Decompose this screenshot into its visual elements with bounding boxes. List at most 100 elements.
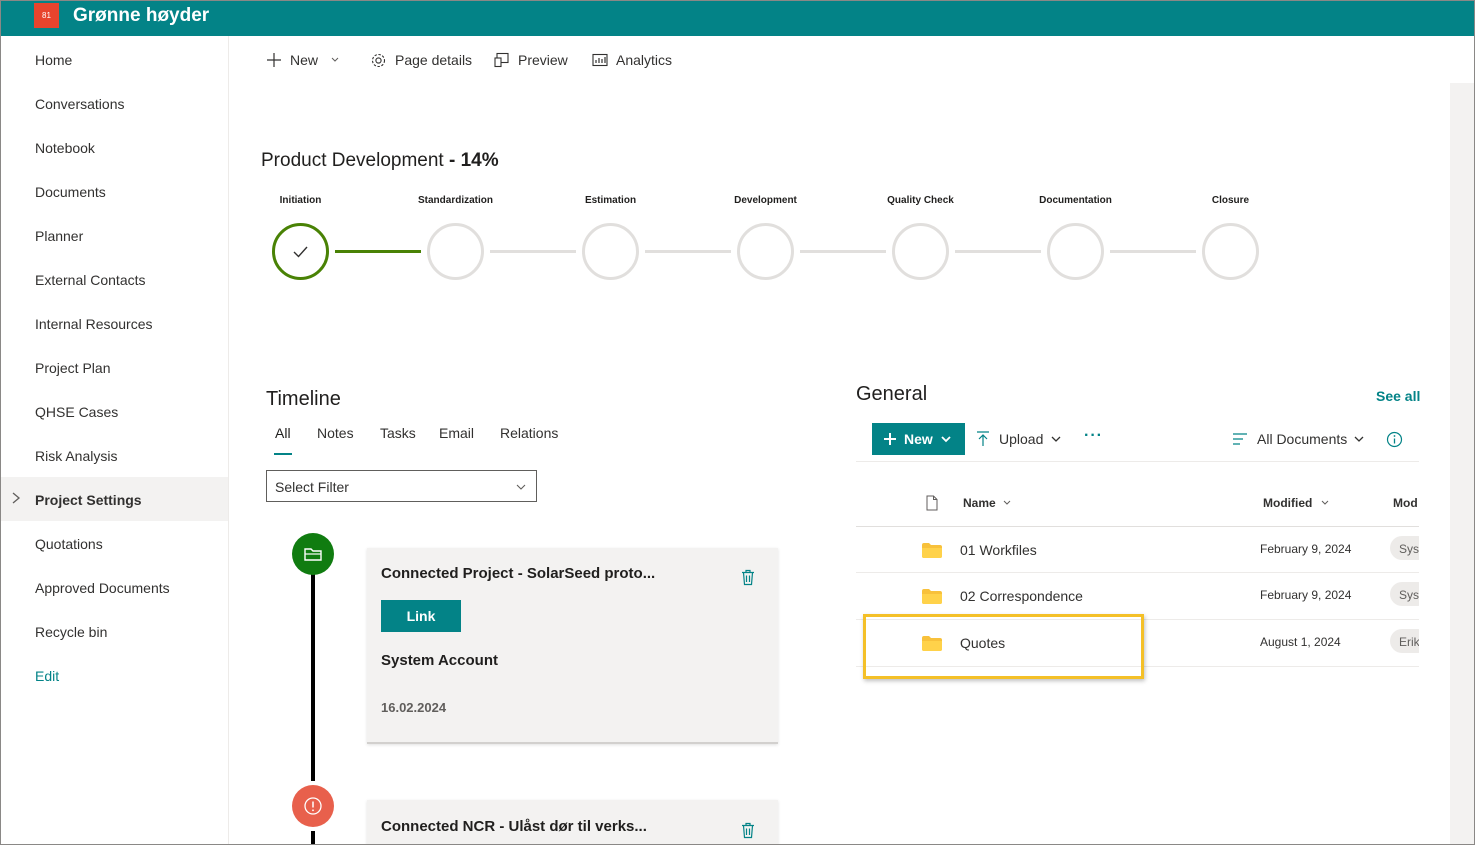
trash-icon[interactable] — [740, 822, 756, 839]
preview-label: Preview — [518, 52, 568, 68]
nav-item-label: Home — [35, 52, 73, 68]
nav-item-home[interactable]: Home — [1, 37, 228, 81]
tab-relations[interactable]: Relations — [500, 425, 558, 441]
chevron-right-icon[interactable] — [11, 491, 21, 505]
table-row[interactable]: 01 Workfiles February 9, 2024 Syst — [856, 526, 1430, 573]
modified-date: February 9, 2024 — [1260, 588, 1352, 602]
nav-item-notebook[interactable]: Notebook — [1, 125, 228, 169]
page-details-label: Page details — [395, 52, 473, 68]
analytics-command[interactable]: Analytics — [592, 49, 672, 71]
nav-item-label: QHSE Cases — [35, 404, 119, 420]
card-date: 16.02.2024 — [381, 700, 447, 715]
analytics-label: Analytics — [616, 52, 673, 68]
chevron-down-icon — [1003, 500, 1011, 505]
modified-date: February 9, 2024 — [1260, 542, 1352, 556]
upload-label: Upload — [999, 431, 1044, 447]
trash-icon[interactable] — [740, 569, 756, 586]
nav-item-project-plan[interactable]: Project Plan — [1, 345, 228, 389]
step-circle[interactable] — [892, 223, 949, 280]
step-connector — [800, 250, 886, 253]
nav-item-quotations[interactable]: Quotations — [1, 521, 228, 565]
nav-item-label: Internal Resources — [35, 316, 153, 332]
site-logo[interactable]: 81 — [34, 3, 59, 28]
upload-button[interactable]: Upload — [976, 431, 1062, 447]
nav-item-label: Approved Documents — [35, 580, 170, 596]
new-command[interactable]: New — [266, 49, 340, 71]
nav-item-external-contacts[interactable]: External Contacts — [1, 257, 228, 301]
progress-title: Product Development - 14% — [261, 150, 499, 172]
nav-item-internal-resources[interactable]: Internal Resources — [1, 301, 228, 345]
chevron-down-icon — [331, 57, 339, 62]
folder-icon — [922, 543, 942, 558]
nav-item-label: Project Plan — [35, 360, 111, 376]
timeline-filter-dropdown[interactable]: Select Filter — [266, 470, 537, 502]
nav-item-qhse-cases[interactable]: QHSE Cases — [1, 389, 228, 433]
list-view-icon — [1233, 433, 1247, 445]
step-circle[interactable] — [582, 223, 639, 280]
page-scrollbar[interactable] — [1450, 83, 1474, 844]
info-icon[interactable] — [1386, 431, 1403, 448]
nav-item-recycle-bin[interactable]: Recycle bin — [1, 609, 228, 653]
card-title[interactable]: Connected NCR - Ulåst dør til verks... — [381, 818, 647, 835]
tab-tasks[interactable]: Tasks — [380, 425, 416, 441]
analytics-icon — [592, 53, 608, 67]
timeline-connector — [311, 831, 315, 844]
nav-item-planner[interactable]: Planner — [1, 213, 228, 257]
app-window: 81 Grønne høyder Home Conversations Note… — [0, 0, 1475, 845]
chevron-down-icon — [941, 436, 951, 443]
tab-all[interactable]: All — [275, 425, 291, 441]
tab-email[interactable]: Email — [439, 425, 474, 441]
active-tab-indicator — [274, 453, 292, 455]
modified-date: August 1, 2024 — [1260, 635, 1341, 649]
file-name[interactable]: 02 Correspondence — [960, 588, 1083, 604]
library-new-button[interactable]: New — [872, 423, 965, 455]
see-all-link[interactable]: See all — [1376, 388, 1420, 404]
table-row[interactable]: 02 Correspondence February 9, 2024 Syst — [856, 573, 1430, 620]
gear-icon — [371, 53, 386, 67]
nav-item-conversations[interactable]: Conversations — [1, 81, 228, 125]
step-label: Closure — [1211, 195, 1250, 206]
warning-info-icon — [304, 797, 322, 815]
nav-item-project-settings[interactable]: Project Settings — [1, 477, 228, 521]
more-actions-icon[interactable]: ··· — [1084, 427, 1103, 445]
timeline-card: Connected Project - SolarSeed proto... L… — [367, 548, 778, 744]
timeline-connector — [311, 571, 315, 781]
highlight-box — [863, 614, 1144, 679]
card-title[interactable]: Connected Project - SolarSeed proto... — [381, 565, 655, 582]
link-button[interactable]: Link — [381, 600, 461, 632]
page-details-command[interactable]: Page details — [370, 49, 472, 71]
column-header-modified[interactable]: Modified — [1263, 496, 1330, 510]
nav-item-risk-analysis[interactable]: Risk Analysis — [1, 433, 228, 477]
step-connector — [645, 250, 731, 253]
step-circle[interactable] — [1202, 223, 1259, 280]
timeline-title: Timeline — [266, 388, 341, 410]
view-selector[interactable]: All Documents — [1232, 431, 1365, 447]
library-title: General — [856, 383, 928, 405]
nav-item-documents[interactable]: Documents — [1, 169, 228, 213]
checkmark-icon — [293, 246, 308, 258]
site-title[interactable]: Grønne høyder — [73, 5, 209, 27]
nav-item-label: Risk Analysis — [35, 448, 118, 464]
step-circle[interactable] — [737, 223, 794, 280]
step-label: Quality Check — [887, 195, 954, 206]
step-circle[interactable] — [272, 223, 329, 280]
toolbar-divider — [856, 461, 1419, 462]
suite-header: 81 Grønne høyder — [1, 1, 1474, 36]
step-connector — [955, 250, 1041, 253]
nav-item-label: Notebook — [35, 140, 95, 156]
timeline-ncr-dot — [292, 785, 334, 827]
file-name[interactable]: 01 Workfiles — [960, 542, 1037, 558]
plus-icon — [267, 53, 281, 67]
nav-item-label: Planner — [35, 228, 84, 244]
tab-notes[interactable]: Notes — [317, 425, 354, 441]
nav-edit-link[interactable]: Edit — [1, 653, 228, 697]
preview-command[interactable]: Preview — [494, 49, 568, 71]
step-circle[interactable] — [427, 223, 484, 280]
file-type-icon[interactable] — [926, 495, 938, 511]
step-circle[interactable] — [1047, 223, 1104, 280]
new-button-label: New — [904, 431, 933, 447]
nav-item-approved-documents[interactable]: Approved Documents — [1, 565, 228, 609]
column-header-name[interactable]: Name — [963, 496, 1012, 510]
progress-name: Product Development — [261, 150, 444, 171]
column-header-modified-by[interactable]: Mod — [1393, 496, 1418, 510]
